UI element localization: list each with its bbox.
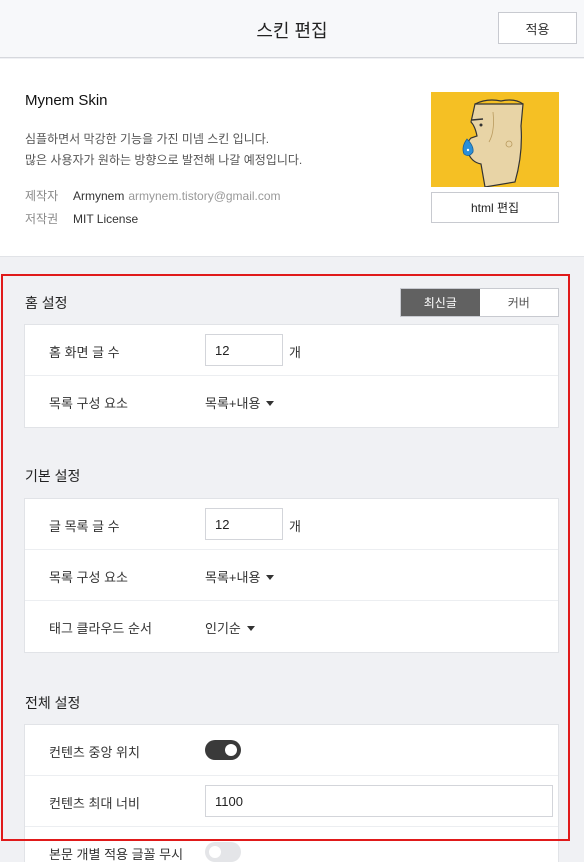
- maker-key: 제작자: [25, 189, 59, 203]
- list-post-count-row: 글 목록 글 수 12 개: [25, 499, 558, 550]
- page-title: 스킨 편집: [256, 21, 328, 41]
- home-post-count-row: 홈 화면 글 수 12 개: [25, 325, 558, 376]
- basic-list-layout-label: 목록 구성 요소: [49, 570, 128, 585]
- tag-cloud-order-value: 인기순: [205, 621, 241, 636]
- list-post-count-label: 글 목록 글 수: [49, 519, 120, 534]
- home-list-layout-row: 목록 구성 요소 목록+내용: [25, 376, 558, 427]
- ignore-font-toggle[interactable]: [205, 842, 241, 862]
- list-post-count-input[interactable]: 12: [205, 508, 283, 540]
- skin-description: 심플하면서 막강한 기능을 가진 미넴 스킨 입니다. 많은 사용자가 원하는 …: [25, 129, 302, 171]
- skin-description-line: 많은 사용자가 원하는 방향으로 발전해 나갈 예정입니다.: [25, 153, 303, 167]
- apply-button[interactable]: 적용: [498, 12, 577, 44]
- home-mode-switch: 최신글 커버: [400, 288, 559, 317]
- top-bar: 스킨 편집 적용: [0, 0, 584, 58]
- home-settings-title: 홈 설정: [25, 295, 68, 311]
- home-list-layout-label: 목록 구성 요소: [49, 396, 128, 411]
- basic-settings-title: 기본 설정: [25, 468, 81, 484]
- maker-email: armynem.tistory@gmail.com: [128, 189, 281, 203]
- tab-latest-posts[interactable]: 최신글: [401, 289, 480, 316]
- toggle-knob: [225, 744, 237, 756]
- maker-row: 제작자 Armynem armynem.tistory@gmail.com: [25, 187, 281, 204]
- center-content-row: 컨텐츠 중앙 위치: [25, 725, 558, 776]
- tag-cloud-order-label: 태그 클라우드 순서: [49, 621, 152, 636]
- max-width-input[interactable]: 1100: [205, 785, 553, 817]
- list-post-count-unit: 개: [289, 519, 301, 534]
- ignore-font-label: 본문 개별 적용 글꼴 무시: [49, 847, 184, 862]
- center-content-toggle[interactable]: [205, 740, 241, 760]
- home-settings-panel: 홈 화면 글 수 12 개 목록 구성 요소 목록+내용: [24, 324, 559, 428]
- global-settings-title: 전체 설정: [25, 695, 81, 711]
- tab-cover[interactable]: 커버: [480, 289, 559, 316]
- chevron-down-icon: [266, 575, 275, 580]
- center-content-label: 컨텐츠 중앙 위치: [49, 745, 140, 760]
- license-value: MIT License: [73, 212, 139, 226]
- home-post-count-unit: 개: [289, 345, 301, 360]
- home-post-count-label: 홈 화면 글 수: [49, 345, 120, 360]
- license-row: 저작권 MIT License: [25, 210, 138, 227]
- skin-info-card: Mynem Skin 심플하면서 막강한 기능을 가진 미넴 스킨 입니다. 많…: [0, 59, 584, 257]
- home-list-layout-value: 목록+내용: [205, 396, 261, 411]
- max-width-label: 컨텐츠 최대 너비: [49, 796, 140, 811]
- ignore-font-row: 본문 개별 적용 글꼴 무시: [25, 827, 558, 862]
- face-illustration-icon: [462, 99, 524, 187]
- home-list-layout-dropdown[interactable]: 목록+내용: [205, 393, 275, 412]
- toggle-knob: [209, 846, 221, 858]
- tag-cloud-order-dropdown[interactable]: 인기순: [205, 618, 255, 637]
- chevron-down-icon: [266, 401, 275, 406]
- skin-description-line: 심플하면서 막강한 기능을 가진 미넴 스킨 입니다.: [25, 132, 270, 146]
- max-width-row: 컨텐츠 최대 너비 1100: [25, 776, 558, 827]
- home-post-count-input[interactable]: 12: [205, 334, 283, 366]
- skin-thumbnail: [431, 92, 559, 187]
- basic-settings-panel: 글 목록 글 수 12 개 목록 구성 요소 목록+내용 태그 클라우드 순서 …: [24, 498, 559, 653]
- global-settings-panel: 컨텐츠 중앙 위치 컨텐츠 최대 너비 1100 본문 개별 적용 글꼴 무시: [24, 724, 559, 862]
- chevron-down-icon: [246, 626, 255, 631]
- tag-cloud-order-row: 태그 클라우드 순서 인기순: [25, 601, 558, 652]
- maker-name: Armynem: [73, 189, 125, 203]
- license-key: 저작권: [25, 212, 59, 226]
- skin-name: Mynem Skin: [25, 92, 108, 109]
- basic-list-layout-dropdown[interactable]: 목록+내용: [205, 567, 275, 586]
- basic-list-layout-row: 목록 구성 요소 목록+내용: [25, 550, 558, 601]
- basic-list-layout-value: 목록+내용: [205, 570, 261, 585]
- settings-area: 홈 설정 최신글 커버 홈 화면 글 수 12 개 목록 구성 요소 목록+내용…: [0, 258, 584, 862]
- html-edit-button[interactable]: html 편집: [431, 192, 559, 223]
